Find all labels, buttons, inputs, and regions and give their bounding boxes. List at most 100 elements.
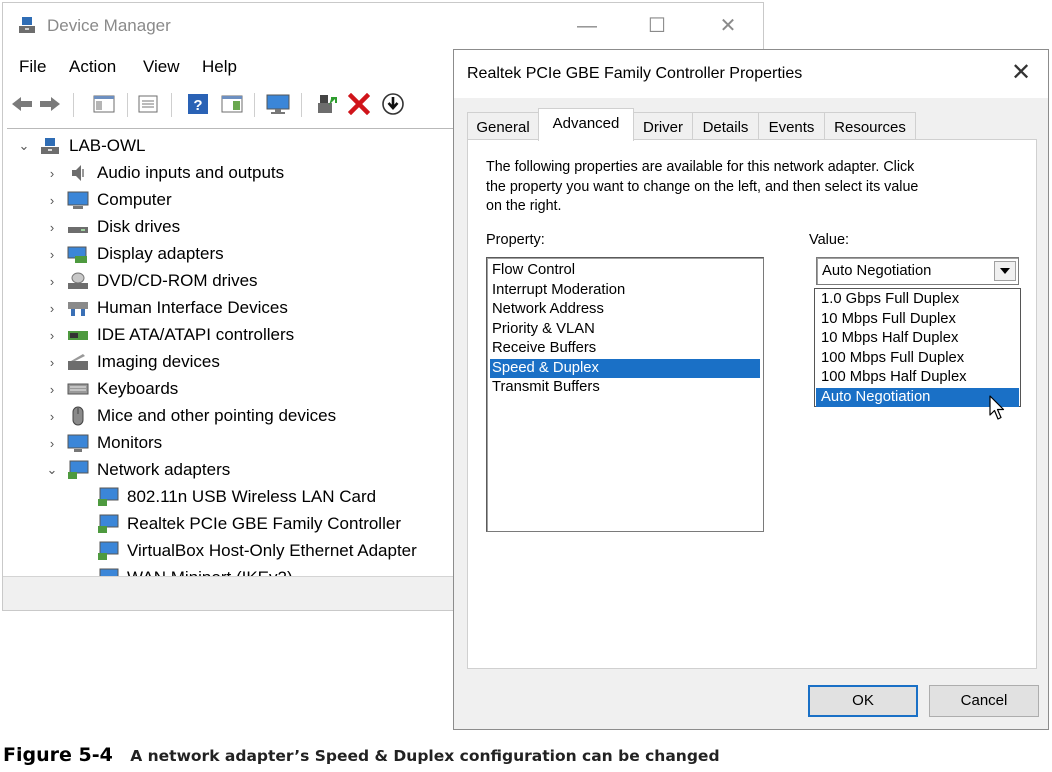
tree-category[interactable]: › Computer xyxy=(45,187,172,213)
tab-events[interactable]: Events xyxy=(758,112,825,140)
device-manager-titlebar[interactable]: Device Manager — ☐ ✕ xyxy=(3,3,763,49)
property-list[interactable]: Flow Control Interrupt Moderation Networ… xyxy=(486,257,764,532)
show-hide-console-tree-icon[interactable] xyxy=(91,91,117,117)
cancel-button[interactable]: Cancel xyxy=(929,685,1039,717)
mouse-pointer-icon xyxy=(989,395,1005,420)
category-label: Mice and other pointing devices xyxy=(97,406,337,425)
speaker-icon xyxy=(72,165,84,181)
value-option[interactable]: 1.0 Gbps Full Duplex xyxy=(816,290,1019,310)
tree-category[interactable]: › Display adapters xyxy=(45,241,224,267)
maximize-button[interactable]: ☐ xyxy=(644,13,670,39)
tab-driver[interactable]: Driver xyxy=(633,112,693,140)
description: The following properties are available f… xyxy=(486,158,1006,217)
property-item-selected[interactable]: Speed & Duplex xyxy=(490,358,760,378)
menu-action[interactable]: Action xyxy=(69,57,116,77)
help-icon[interactable]: ? xyxy=(185,91,211,117)
property-item[interactable]: Flow Control xyxy=(490,261,760,281)
device-manager-title: Device Manager xyxy=(47,16,171,35)
value-select-current: Auto Negotiation xyxy=(822,263,932,279)
tree-root[interactable]: ⌄ LAB-OWL xyxy=(17,133,146,159)
category-label: Imaging devices xyxy=(97,352,220,371)
chevron-right-icon[interactable]: › xyxy=(45,409,59,424)
back-arrow-icon[interactable] xyxy=(9,91,35,117)
value-option[interactable]: 100 Mbps Half Duplex xyxy=(816,368,1019,388)
category-label: Network adapters xyxy=(97,460,231,479)
tree-device[interactable]: 802.11n USB Wireless LAN Card xyxy=(97,484,376,510)
tree-device[interactable]: VirtualBox Host-Only Ethernet Adapter xyxy=(97,538,417,564)
ok-button[interactable]: OK xyxy=(808,685,918,717)
description-line: the property you want to change on the l… xyxy=(486,178,919,195)
update-driver-icon[interactable] xyxy=(314,91,340,117)
tab-advanced[interactable]: Advanced xyxy=(538,108,634,141)
menu-file[interactable]: File xyxy=(19,57,46,77)
dialog-titlebar[interactable]: Realtek PCIe GBE Family Controller Prope… xyxy=(454,50,1048,98)
menu-help[interactable]: Help xyxy=(202,57,237,77)
tree-device[interactable]: Realtek PCIe GBE Family Controller xyxy=(97,511,401,537)
chevron-right-icon[interactable]: › xyxy=(45,355,59,370)
dialog-close-button[interactable]: ✕ xyxy=(1008,60,1034,86)
tree-category[interactable]: › Human Interface Devices xyxy=(45,295,288,321)
chevron-right-icon[interactable]: › xyxy=(45,193,59,208)
chevron-right-icon[interactable]: › xyxy=(45,220,59,235)
tree-category[interactable]: › Keyboards xyxy=(45,376,178,402)
monitor-icon[interactable] xyxy=(265,91,291,117)
network-adapter-icon xyxy=(98,541,119,560)
property-item[interactable]: Priority & VLAN xyxy=(490,320,760,340)
value-select[interactable]: Auto Negotiation xyxy=(816,257,1019,285)
property-item[interactable]: Network Address xyxy=(490,300,760,320)
dropdown-arrow-icon[interactable] xyxy=(994,261,1016,281)
disk-drive-icon xyxy=(68,227,88,233)
property-item[interactable]: Interrupt Moderation xyxy=(490,281,760,301)
property-item[interactable]: Receive Buffers xyxy=(490,339,760,359)
uninstall-icon[interactable] xyxy=(346,91,372,117)
computer-root-icon xyxy=(41,138,59,154)
chevron-right-icon[interactable]: › xyxy=(45,301,59,316)
forward-arrow-icon[interactable] xyxy=(37,91,63,117)
figure-number: Figure 5-4 xyxy=(3,744,113,766)
value-option[interactable]: 100 Mbps Full Duplex xyxy=(816,349,1019,369)
tree-category[interactable]: › DVD/CD-ROM drives xyxy=(45,268,258,294)
close-button[interactable]: ✕ xyxy=(715,13,741,39)
menu-view[interactable]: View xyxy=(143,57,180,77)
properties-icon[interactable] xyxy=(135,91,161,117)
value-label: Value: xyxy=(809,232,850,248)
chevron-right-icon[interactable]: › xyxy=(45,382,59,397)
chevron-right-icon[interactable]: › xyxy=(45,436,59,451)
value-dropdown-list[interactable]: 1.0 Gbps Full Duplex 10 Mbps Full Duplex… xyxy=(814,288,1021,407)
tree-category[interactable]: › Monitors xyxy=(45,430,162,456)
device-label: 802.11n USB Wireless LAN Card xyxy=(127,487,377,506)
dvd-drive-icon xyxy=(68,272,88,289)
disable-device-icon[interactable] xyxy=(380,91,406,117)
chevron-down-icon[interactable]: ⌄ xyxy=(45,462,59,478)
chevron-right-icon[interactable]: › xyxy=(45,166,59,181)
chevron-down-icon[interactable]: ⌄ xyxy=(17,138,31,154)
network-adapter-icon xyxy=(98,514,119,533)
tree-category[interactable]: › Disk drives xyxy=(45,214,180,240)
tree-category[interactable]: › Audio inputs and outputs xyxy=(45,160,284,186)
category-label: Disk drives xyxy=(97,217,181,236)
category-label: Human Interface Devices xyxy=(97,298,288,317)
property-item[interactable]: Transmit Buffers xyxy=(490,378,760,398)
device-manager-app-icon xyxy=(19,17,35,33)
advanced-tab-panel: The following properties are available f… xyxy=(467,139,1037,669)
tab-resources[interactable]: Resources xyxy=(824,112,916,140)
tree-category[interactable]: › IDE ATA/ATAPI controllers xyxy=(45,322,294,348)
keyboard-icon xyxy=(67,383,89,395)
tree-category[interactable]: › Imaging devices xyxy=(45,349,220,375)
hid-icon xyxy=(68,302,88,316)
chevron-right-icon[interactable]: › xyxy=(45,274,59,289)
minimize-button[interactable]: — xyxy=(574,13,600,39)
description-line: The following properties are available f… xyxy=(486,159,915,175)
ide-controller-icon xyxy=(68,331,88,340)
chevron-right-icon[interactable]: › xyxy=(45,247,59,262)
display-adapter-icon xyxy=(67,246,87,263)
value-option[interactable]: 10 Mbps Full Duplex xyxy=(816,310,1019,330)
action-pane-icon[interactable] xyxy=(219,91,245,117)
category-label: IDE ATA/ATAPI controllers xyxy=(97,325,295,344)
tree-category[interactable]: › Mice and other pointing devices xyxy=(45,403,336,429)
chevron-right-icon[interactable]: › xyxy=(45,328,59,343)
value-option[interactable]: 10 Mbps Half Duplex xyxy=(816,329,1019,349)
tree-category-expanded[interactable]: ⌄ Network adapters xyxy=(45,457,230,483)
tab-details[interactable]: Details xyxy=(692,112,759,140)
tab-general[interactable]: General xyxy=(467,112,539,140)
